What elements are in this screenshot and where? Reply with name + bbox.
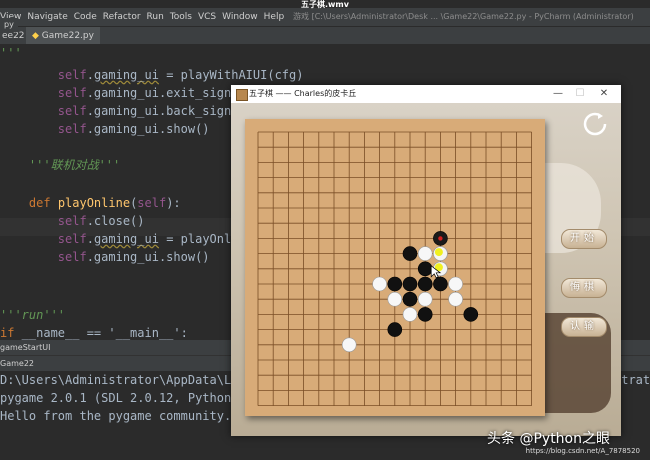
code-line: self.gaming_ui.back_signa <box>57 104 239 118</box>
code-line: self.gaming_ui.exit_signa <box>57 86 239 100</box>
menu-vcs[interactable]: VCS <box>198 12 216 22</box>
code-line: self.gaming_ui.show() <box>57 250 210 264</box>
run-config-name: gameStartUI <box>0 343 51 352</box>
code-line: def playOnline(self): <box>28 196 181 210</box>
game-app-icon <box>236 89 248 101</box>
black-stone <box>402 276 418 292</box>
white-stone <box>417 246 433 261</box>
code-line: self.gaming_ui = playWithAIUI(cfg) <box>57 68 304 82</box>
console-line: pygame 2.0.1 (SDL 2.0.12, Python <box>0 391 232 405</box>
white-stone <box>387 291 403 307</box>
start-button[interactable]: 开始 <box>561 229 607 249</box>
ide-window-title: 游戏 [C:\Users\Administrator\Desk ... \Gam… <box>293 12 634 21</box>
regret-button[interactable]: 悔棋 <box>561 278 607 298</box>
menu-help[interactable]: Help <box>264 12 285 22</box>
watermark-url: https://blog.csdn.net/A_7878520 <box>525 447 640 455</box>
ide-tabbar: ee22 ◆ Game22.py <box>0 26 650 45</box>
black-stone <box>402 291 418 307</box>
code-line: ''' <box>0 46 22 60</box>
code-line: '''run''' <box>0 308 66 322</box>
gomoku-board[interactable] <box>245 119 545 416</box>
menu-code[interactable]: Code <box>74 12 97 22</box>
white-stone <box>448 276 463 292</box>
menu-tools[interactable]: Tools <box>170 12 192 22</box>
menu-window[interactable]: Window <box>222 12 258 22</box>
black-stone <box>433 276 448 292</box>
board-grid[interactable] <box>245 119 545 416</box>
close-button[interactable]: ✕ <box>593 85 615 103</box>
game-canvas: 开始 悔棋 认输 <box>231 103 621 436</box>
menu-navigate[interactable]: Navigate <box>27 12 67 22</box>
console-line: D:\Users\Administrator\AppData\Lo <box>0 373 239 387</box>
tab-game22-py[interactable]: ◆ Game22.py <box>26 27 100 45</box>
code-line: '''联机对战''' <box>28 158 121 172</box>
code-line: self.gaming_ui = playOnli <box>57 232 239 246</box>
black-stone <box>402 246 418 261</box>
refresh-icon[interactable] <box>583 112 607 136</box>
menu-refactor[interactable]: Refactor <box>103 12 141 22</box>
black-stone <box>387 322 403 337</box>
black-stone <box>463 307 479 322</box>
tab-file-label: Game22.py <box>41 31 94 41</box>
surrender-button[interactable]: 认输 <box>561 317 607 337</box>
python-file-icon: ◆ <box>32 31 39 41</box>
white-stone <box>402 307 418 322</box>
console-line: Hello from the pygame community. <box>0 409 232 423</box>
run-tab-label: Game22 <box>0 359 34 368</box>
highlight-marker <box>434 248 443 257</box>
ide-menubar: View Navigate Code Refactor Run Tools VCS Windo… <box>0 8 650 26</box>
white-stone <box>417 291 433 307</box>
code-line: self.close() <box>57 214 145 228</box>
white-stone <box>372 276 387 292</box>
black-stone <box>417 276 433 292</box>
white-stone <box>448 291 463 307</box>
game-titlebar[interactable]: 五子棋 —— Charles的皮卡丘 — ☐ ✕ <box>231 85 621 103</box>
white-stone <box>341 337 357 353</box>
maximize-button[interactable]: ☐ <box>569 85 591 103</box>
tab-py[interactable]: py <box>0 18 18 32</box>
last-move-marker <box>438 236 443 241</box>
video-title: 五子棋.wmv <box>301 0 349 9</box>
minimize-button[interactable]: — <box>547 85 569 103</box>
black-stone <box>387 276 403 292</box>
code-line: self.gaming_ui.show() <box>57 122 210 136</box>
menu-run[interactable]: Run <box>147 12 164 22</box>
game-window-title: 五子棋 —— Charles的皮卡丘 <box>249 89 357 98</box>
black-stone <box>417 307 433 322</box>
gomoku-game-window[interactable]: 五子棋 —— Charles的皮卡丘 — ☐ ✕ 开始 悔棋 认输 <box>231 85 621 436</box>
black-stone <box>417 261 433 277</box>
watermark-text: 头条 @Python之眼 <box>487 431 610 447</box>
